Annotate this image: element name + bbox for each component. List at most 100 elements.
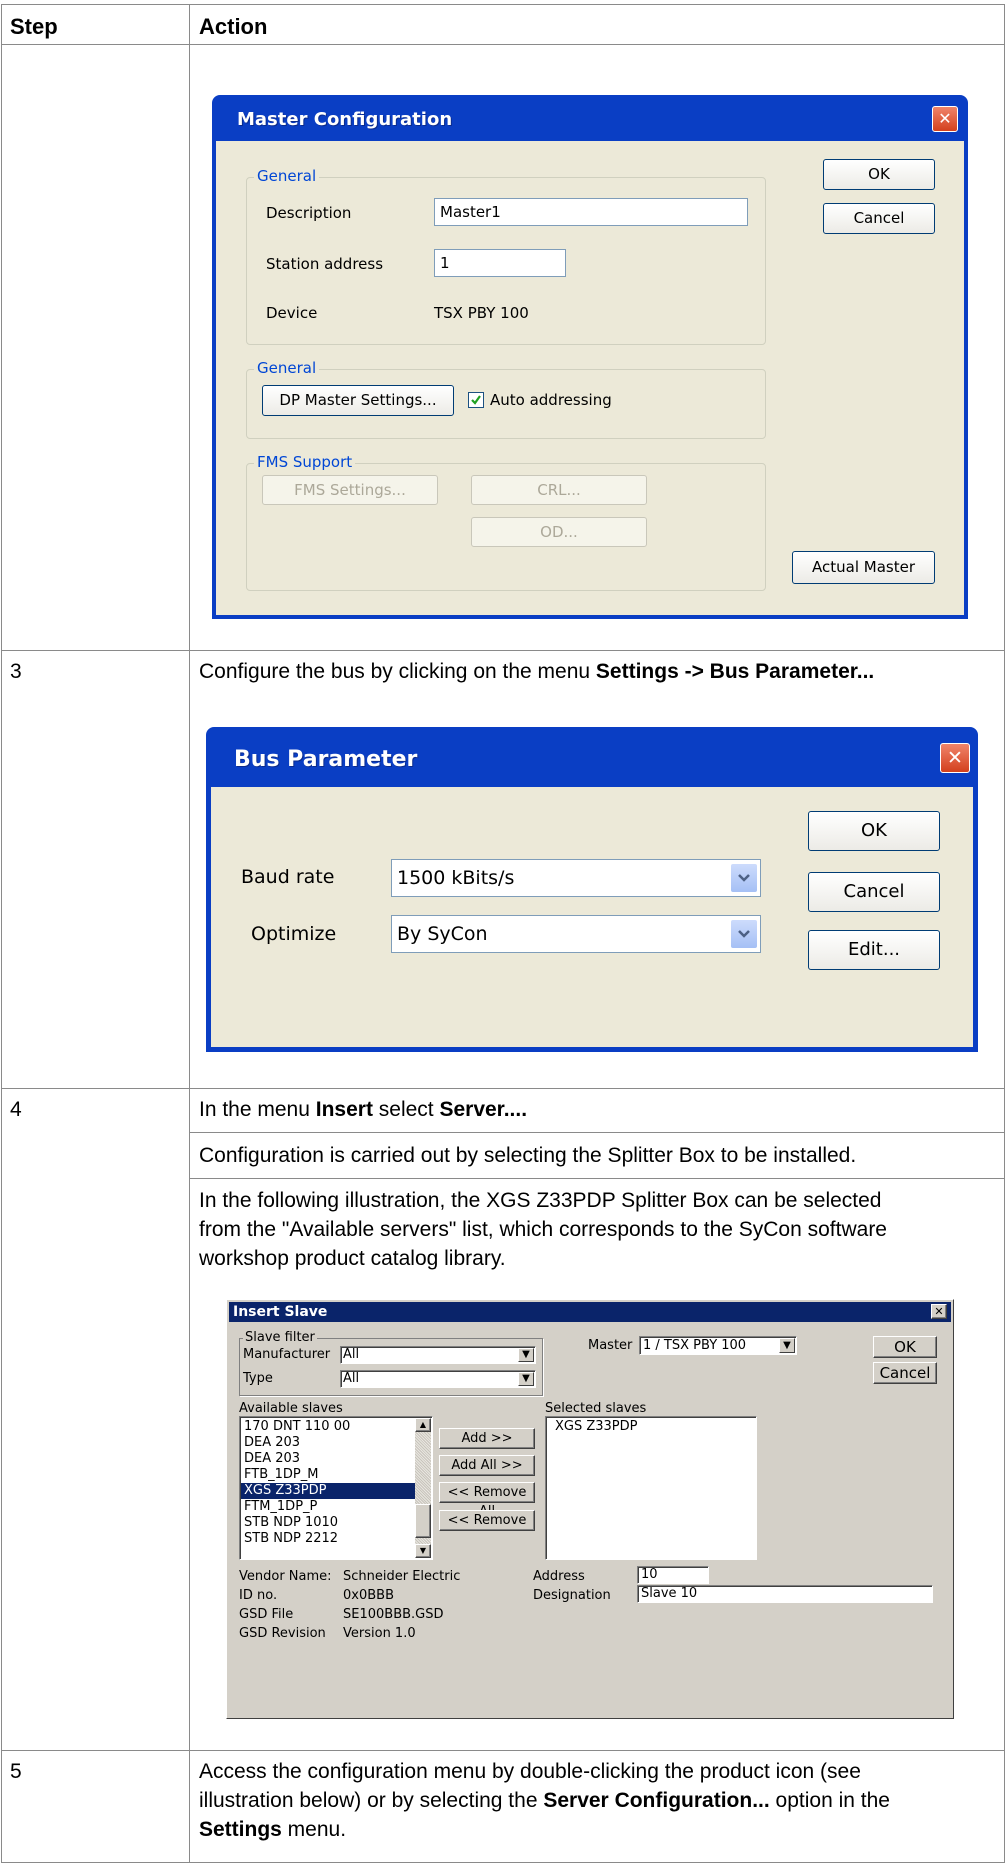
address-label: Address — [533, 1569, 585, 1584]
title-bar: Insert Slave ✕ — [229, 1302, 951, 1322]
list-item[interactable]: XGS Z33PDP — [552, 1419, 638, 1435]
list-item[interactable]: STB NDP 1010 — [241, 1515, 415, 1531]
list-item[interactable]: XGS Z33PDP — [241, 1483, 415, 1499]
actual-master-button[interactable]: Actual Master — [792, 551, 935, 584]
chevron-down-icon[interactable] — [731, 920, 757, 948]
remove-all-button[interactable]: << Remove All — [439, 1482, 535, 1519]
step-text: Configure the bus by clicking on the men… — [199, 660, 875, 683]
slave-filter-label: Slave filter — [243, 1330, 317, 1345]
remove-button[interactable]: << Remove — [439, 1510, 535, 1531]
dp-master-settings-button[interactable]: DP Master Settings... — [262, 385, 454, 416]
paragraph-rule — [190, 1178, 1004, 1179]
vendor-label: Vendor Name: — [239, 1569, 332, 1584]
device-value: TSX PBY 100 — [434, 304, 529, 322]
group-general-2-label: General — [254, 359, 320, 377]
list-item[interactable]: STB NDP 2212 — [241, 1531, 415, 1547]
manufacturer-value: All — [343, 1347, 360, 1362]
scroll-thumb[interactable] — [415, 1504, 431, 1538]
step-number: 4 — [10, 1098, 22, 1121]
close-button[interactable]: ✕ — [932, 106, 958, 132]
step-text: Access the configuration menu by double-… — [199, 1760, 890, 1841]
step-text: In the following illustration, the XGS Z… — [199, 1189, 887, 1270]
ok-button[interactable]: OK — [823, 159, 935, 190]
description-input[interactable]: Master1 — [434, 198, 748, 226]
cancel-button[interactable]: Cancel — [823, 203, 935, 234]
step-number: 3 — [10, 660, 22, 683]
dialog-title: Insert Slave — [233, 1304, 328, 1320]
master-config-dialog: Master Configuration ✕ General Descripti… — [212, 95, 968, 619]
crl-button[interactable]: CRL... — [471, 475, 647, 505]
dialog-title: Bus Parameter — [234, 747, 418, 772]
scroll-down-icon[interactable]: ▼ — [415, 1544, 431, 1558]
master-label: Master — [588, 1338, 633, 1353]
list-item[interactable]: FTB_1DP_M — [241, 1467, 415, 1483]
device-label: Device — [266, 304, 318, 322]
step-number: 5 — [10, 1760, 22, 1783]
type-select[interactable]: All ▼ — [340, 1370, 536, 1388]
chevron-down-icon[interactable]: ▼ — [779, 1338, 795, 1353]
id-value: 0x0BBB — [343, 1588, 394, 1603]
od-button[interactable]: OD... — [471, 517, 647, 547]
add-button[interactable]: Add >> — [439, 1428, 535, 1449]
scrollbar[interactable]: ▲ ▼ — [415, 1418, 431, 1558]
station-address-label: Station address — [266, 255, 384, 273]
master-select[interactable]: 1 / TSX PBY 100 ▼ — [639, 1336, 797, 1355]
ok-button[interactable]: OK — [873, 1336, 937, 1358]
edit-button[interactable]: Edit... — [808, 930, 940, 970]
designation-label: Designation — [533, 1588, 611, 1603]
cancel-button[interactable]: Cancel — [873, 1362, 937, 1384]
optimize-label: Optimize — [251, 923, 337, 945]
selected-slaves-label: Selected slaves — [545, 1401, 647, 1416]
ok-button[interactable]: OK — [808, 811, 940, 851]
cancel-button[interactable]: Cancel — [808, 872, 940, 912]
optimize-value: By SyCon — [397, 923, 488, 945]
step-text: In the menu Insert select Server.... — [199, 1098, 528, 1121]
table-border-left — [1, 4, 2, 1863]
list-item[interactable]: DEA 203 — [241, 1451, 415, 1467]
station-address-input[interactable]: 1 — [434, 249, 566, 277]
insert-slave-dialog: Insert Slave ✕ Slave filter Manufacturer… — [226, 1299, 954, 1719]
baud-rate-select[interactable]: 1500 kBits/s — [391, 859, 761, 897]
group-fms-label: FMS Support — [254, 453, 356, 471]
row-divider — [1, 1088, 1005, 1089]
selected-slaves-list[interactable]: XGS Z33PDP — [545, 1416, 757, 1560]
table-border-top — [1, 4, 1005, 5]
dialog-body: Baud rate 1500 kBits/s Optimize By SyCon… — [211, 787, 973, 1047]
paragraph-rule — [190, 1132, 1004, 1133]
header-step: Step — [10, 14, 58, 39]
scroll-up-icon[interactable]: ▲ — [415, 1418, 431, 1432]
manufacturer-select[interactable]: All ▼ — [340, 1346, 536, 1364]
manufacturer-label: Manufacturer — [243, 1347, 331, 1362]
chevron-down-icon[interactable]: ▼ — [518, 1348, 534, 1362]
fms-settings-button[interactable]: FMS Settings... — [262, 475, 438, 505]
chevron-down-icon[interactable]: ▼ — [518, 1372, 534, 1386]
optimize-select[interactable]: By SyCon — [391, 915, 761, 953]
baud-rate-label: Baud rate — [241, 866, 335, 888]
gsd-file-label: GSD File — [239, 1607, 294, 1622]
list-item[interactable]: DEA 203 — [241, 1435, 415, 1451]
address-input[interactable]: 10 — [637, 1566, 709, 1584]
gsd-revision-value: Version 1.0 — [343, 1626, 416, 1641]
auto-addressing-checkbox[interactable] — [468, 392, 484, 408]
gsd-revision-label: GSD Revision — [239, 1626, 326, 1641]
master-value: 1 / TSX PBY 100 — [643, 1338, 747, 1353]
add-all-button[interactable]: Add All >> — [439, 1455, 535, 1476]
available-slaves-label: Available slaves — [239, 1401, 343, 1416]
bus-parameter-dialog: Bus Parameter ✕ Baud rate 1500 kBits/s O… — [206, 727, 978, 1052]
description-label: Description — [266, 204, 352, 222]
chevron-down-icon[interactable] — [731, 864, 757, 892]
close-button[interactable]: ✕ — [931, 1304, 947, 1319]
list-item[interactable]: FTM_1DP_P — [241, 1499, 415, 1515]
gsd-file-value: SE100BBB.GSD — [343, 1607, 444, 1622]
designation-input[interactable]: Slave 10 — [637, 1585, 933, 1603]
group-general-label: General — [254, 167, 320, 185]
vendor-value: Schneider Electric — [343, 1569, 461, 1584]
list-item[interactable]: 170 DNT 110 00 — [241, 1419, 415, 1435]
check-icon — [471, 395, 481, 405]
dialog-title: Master Configuration — [237, 109, 453, 130]
close-button[interactable]: ✕ — [940, 743, 970, 773]
row-divider — [1, 1750, 1005, 1751]
available-slaves-list[interactable]: 170 DNT 110 00 DEA 203 DEA 203 FTB_1DP_M XGS… — [239, 1416, 433, 1560]
dialog-body: General Description Master1 Station addr… — [216, 141, 964, 615]
type-value: All — [343, 1371, 360, 1386]
